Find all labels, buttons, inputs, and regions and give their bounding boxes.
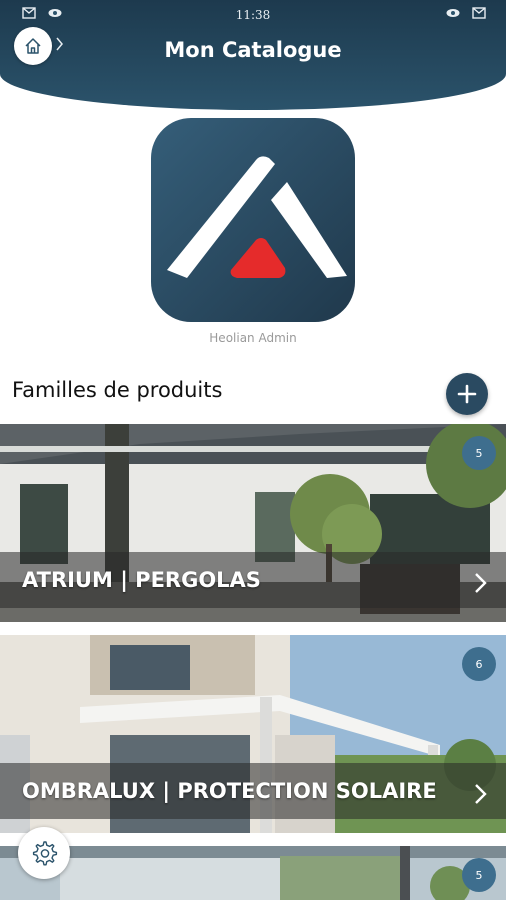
section-title: Familles de produits bbox=[12, 378, 223, 402]
add-family-button[interactable] bbox=[446, 373, 488, 415]
family-count-badge: 5 bbox=[462, 436, 496, 470]
settings-button[interactable] bbox=[18, 827, 70, 879]
app-logo bbox=[151, 118, 355, 322]
eye-icon bbox=[446, 9, 460, 17]
plus-icon bbox=[457, 384, 477, 404]
family-card-atrium[interactable]: ATRIUM | PERGOLAS 5 bbox=[0, 424, 506, 622]
brand-caption: Heolian Admin bbox=[209, 331, 297, 345]
family-card-third[interactable]: 5 bbox=[0, 846, 506, 900]
family-label: OMBRALUX | PROTECTION SOLAIRE bbox=[22, 779, 437, 803]
page-title: Mon Catalogue bbox=[164, 38, 342, 62]
status-bar: 11:38 bbox=[0, 0, 506, 30]
family-count-badge: 5 bbox=[462, 858, 496, 892]
family-label: ATRIUM | PERGOLAS bbox=[22, 568, 261, 592]
status-time: 11:38 bbox=[235, 8, 271, 22]
family-count-badge: 6 bbox=[462, 647, 496, 681]
mail-icon bbox=[472, 7, 486, 19]
family-card-ombralux[interactable]: OMBRALUX | PROTECTION SOLAIRE 6 bbox=[0, 635, 506, 833]
gear-icon bbox=[32, 841, 58, 866]
app-header: 11:38 Mon Catalogue bbox=[0, 0, 506, 110]
chevron-right-icon bbox=[475, 573, 487, 593]
chevron-right-icon bbox=[475, 784, 487, 804]
family-photo bbox=[0, 846, 506, 900]
heolian-logo-icon bbox=[167, 156, 347, 278]
